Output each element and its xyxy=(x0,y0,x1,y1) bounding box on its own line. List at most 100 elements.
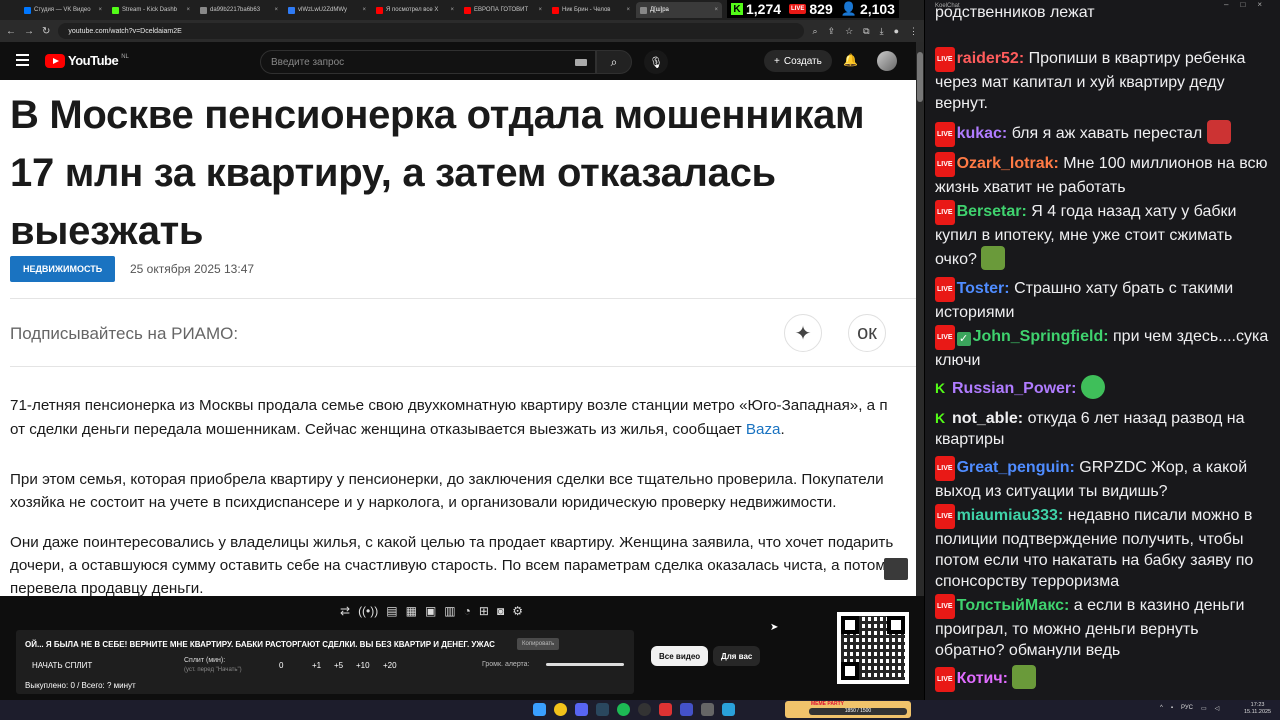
browser-tab[interactable]: vlWzLwU2ZdMWy × xyxy=(284,2,370,18)
alert-volume-slider[interactable] xyxy=(546,663,624,666)
chat-username[interactable]: John_Springfield: xyxy=(973,328,1109,345)
forward-icon[interactable]: → xyxy=(24,26,34,37)
camera-icon[interactable]: ◙ xyxy=(497,604,504,622)
bookmark-star-icon[interactable]: ☆ xyxy=(845,26,853,37)
increment-button[interactable]: +10 xyxy=(356,661,370,670)
tray-chevron-icon[interactable]: ^ xyxy=(1160,705,1163,712)
start-menu-icon[interactable] xyxy=(533,703,546,716)
youtube-logo[interactable]: YouTube NL xyxy=(45,53,129,68)
vk-live-badge: LIVE xyxy=(789,4,807,14)
voice-search-button[interactable]: 🎙 xyxy=(644,50,668,74)
minimize-icon[interactable]: – xyxy=(1224,0,1240,9)
create-button[interactable]: + Создать xyxy=(764,50,832,72)
chat-username[interactable]: Bersetar: xyxy=(957,203,1027,220)
app-icon[interactable] xyxy=(680,703,693,716)
telegram-icon[interactable] xyxy=(722,703,735,716)
notifications-bell-icon[interactable]: 🔔 xyxy=(843,53,858,67)
chat-username[interactable]: Ozark_lotrak: xyxy=(957,155,1059,172)
chat-username[interactable]: raider52: xyxy=(957,50,1025,67)
category-tag-button[interactable]: НЕДВИЖИМОСТЬ xyxy=(10,256,116,282)
floating-widget-button[interactable] xyxy=(884,558,908,580)
maximize-icon[interactable]: □ xyxy=(1240,0,1257,9)
browser-tab[interactable]: ЕВРОПА ГОТОВИТ × xyxy=(460,2,546,18)
settings-gear-icon[interactable]: ⚙ xyxy=(512,604,523,622)
article-paragraph-line: хозяйка не состоит на учете в психдиспан… xyxy=(10,494,837,511)
chat-message-list[interactable]: родственников лежат LIVE raider52: Пропиш… xyxy=(935,0,1275,700)
copy-button[interactable]: Копировать xyxy=(517,638,560,650)
share-icon[interactable]: ⇪ xyxy=(828,26,836,37)
chip-for-you[interactable]: Для вас xyxy=(713,646,761,666)
clapper-icon[interactable]: ▦ xyxy=(406,604,417,622)
browser-menu-icon[interactable]: ⋮ xyxy=(909,26,918,37)
browser-tab-active[interactable]: Д[ш]ра × xyxy=(636,2,722,18)
search-button[interactable]: ⌕ xyxy=(596,50,632,74)
app-icon[interactable] xyxy=(701,703,714,716)
tab-close-icon[interactable]: × xyxy=(98,7,102,13)
scrollbar-thumb[interactable] xyxy=(917,52,923,102)
account-avatar[interactable] xyxy=(877,51,897,71)
browser-tab[interactable]: Студия — VK Видео × xyxy=(20,2,106,18)
browser-tab[interactable]: Stream - Kick Dashb × xyxy=(108,2,194,18)
tab-close-icon[interactable]: × xyxy=(538,7,542,13)
add-icon[interactable]: ⊞ xyxy=(479,604,489,622)
volume-icon[interactable]: ◁ xyxy=(1215,705,1220,712)
tab-close-icon[interactable]: × xyxy=(186,7,190,13)
speed-icon[interactable]: ◔ xyxy=(464,604,471,622)
chat-username[interactable]: not_able: xyxy=(952,410,1023,427)
increment-button[interactable]: +20 xyxy=(383,661,397,670)
loop-icon[interactable]: ⇄ xyxy=(340,604,350,622)
source-link[interactable]: Baza xyxy=(746,421,781,438)
spotify-icon[interactable] xyxy=(617,703,630,716)
app-icon[interactable] xyxy=(659,703,672,716)
tab-close-icon[interactable]: × xyxy=(274,7,278,13)
dzen-share-icon[interactable]: ✦ xyxy=(784,314,822,352)
increment-button[interactable]: +1 xyxy=(312,661,321,670)
chat-username[interactable]: kukac: xyxy=(957,125,1008,142)
network-icon[interactable]: ▭ xyxy=(1201,705,1207,712)
radio-icon[interactable]: ▤ xyxy=(386,604,397,622)
obs-icon[interactable] xyxy=(638,703,651,716)
keyboard-language[interactable]: РУС xyxy=(1181,705,1193,712)
odnoklassniki-share-icon[interactable]: ок xyxy=(848,314,886,352)
chat-message: LIVE ✓ John_Springfield: при чем здесь....… xyxy=(935,325,1271,371)
reload-icon[interactable]: ↻ xyxy=(42,26,50,37)
increment-button[interactable]: +5 xyxy=(334,661,343,670)
page-scrollbar[interactable] xyxy=(916,42,924,596)
browser-tab[interactable]: Ник Брин - Челов × xyxy=(548,2,634,18)
zoom-icon[interactable]: ⌕ xyxy=(812,26,817,37)
browser-tab[interactable]: da99b2217ba6b63 × xyxy=(196,2,282,18)
url-field[interactable]: youtube.com/watch?v=Dceldaiam2E xyxy=(58,23,805,39)
close-icon[interactable]: × xyxy=(1257,0,1274,9)
chrome-icon[interactable] xyxy=(554,703,567,716)
extensions-icon[interactable]: ⧉ xyxy=(863,26,869,37)
tab-close-icon[interactable]: × xyxy=(362,7,366,13)
chat-username[interactable]: Russian_Power: xyxy=(952,380,1076,397)
chat-username[interactable]: Котич: xyxy=(957,670,1008,687)
steam-icon[interactable] xyxy=(596,703,609,716)
tray-app-icon[interactable]: ▪ xyxy=(1171,705,1173,712)
browser-tab[interactable]: Я посмотрел все Х × xyxy=(372,2,458,18)
youtube-search-input[interactable]: Введите запрос xyxy=(260,50,596,74)
tab-close-icon[interactable]: × xyxy=(626,7,630,13)
split-minutes-value[interactable]: 0 xyxy=(279,661,283,670)
tab-close-icon[interactable]: × xyxy=(714,7,718,13)
start-split-button[interactable]: НАЧАТЬ СПЛИТ xyxy=(32,661,92,670)
tab-close-icon[interactable]: × xyxy=(450,7,454,13)
chat-username[interactable]: miaumiau333: xyxy=(957,507,1064,524)
hamburger-menu-icon[interactable] xyxy=(16,54,29,66)
profile-icon[interactable]: ● xyxy=(894,26,899,37)
keyboard-icon[interactable] xyxy=(575,59,587,66)
back-icon[interactable]: ← xyxy=(6,26,16,37)
chip-all-videos[interactable]: Все видео xyxy=(651,646,709,666)
download-icon[interactable]: ⤓ xyxy=(880,26,884,37)
discord-icon[interactable] xyxy=(575,703,588,716)
screen-icon[interactable]: ▣ xyxy=(425,604,436,622)
taskbar-clock[interactable]: 17:23 15.11.2025 xyxy=(1244,702,1271,716)
layout-icon[interactable]: ▥ xyxy=(444,604,455,622)
tab-favicon-icon xyxy=(200,6,207,14)
chat-username[interactable]: Toster: xyxy=(957,280,1010,297)
chat-username[interactable]: Great_penguin: xyxy=(957,459,1075,476)
broadcast-icon[interactable]: ((•)) xyxy=(358,604,378,622)
window-controls: –□× xyxy=(1224,0,1274,9)
chat-username[interactable]: ТолстыйМакс: xyxy=(957,597,1070,614)
